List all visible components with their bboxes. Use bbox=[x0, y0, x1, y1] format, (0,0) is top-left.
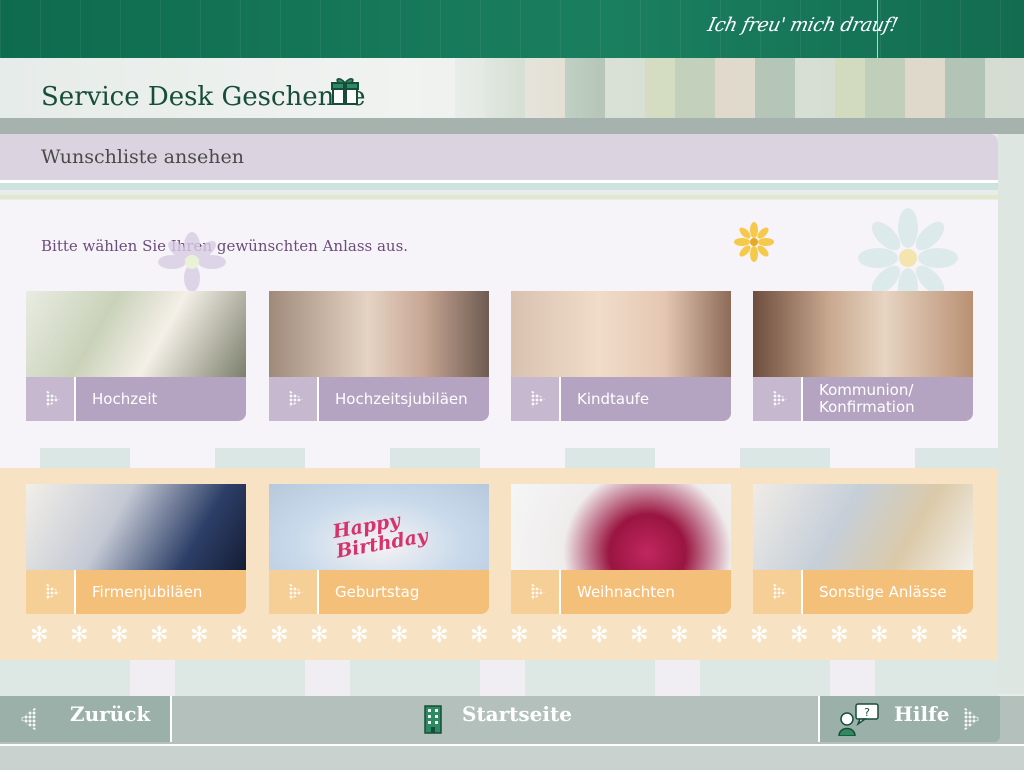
slogan: Ich freu' mich drauf! bbox=[705, 14, 900, 36]
occasion-card-kommunion-konfirmation[interactable]: Kommunion/ Konfirmation bbox=[753, 291, 973, 421]
occasion-card-kindtaufe[interactable]: Kindtaufe bbox=[511, 291, 731, 421]
occasion-button[interactable]: Hochzeit bbox=[26, 377, 246, 421]
star-icon: ✻ bbox=[350, 623, 369, 648]
header-divider bbox=[0, 118, 1024, 134]
elderly-couple-photo bbox=[269, 291, 489, 377]
star-icon: ✻ bbox=[870, 623, 889, 648]
star-icon: ✻ bbox=[790, 623, 809, 648]
footer-bar: Zurück Startseite ? Hilfe bbox=[0, 696, 1024, 744]
back-button[interactable]: Zurück bbox=[0, 696, 172, 742]
occasion-button[interactable]: Hochzeitsjubiläen bbox=[269, 377, 489, 421]
occasion-card-hochzeit[interactable]: Hochzeit bbox=[26, 291, 246, 421]
star-icon: ✻ bbox=[190, 623, 209, 648]
occasion-button[interactable]: Sonstige Anlässe bbox=[753, 570, 973, 614]
star-icon: ✻ bbox=[430, 623, 449, 648]
background-pattern bbox=[0, 660, 998, 696]
mother-baby-photo bbox=[511, 291, 731, 377]
right-edge-strip bbox=[998, 134, 1024, 694]
occasion-label: Hochzeitsjubiläen bbox=[335, 389, 468, 408]
occasion-button[interactable]: Geburtstag bbox=[269, 570, 489, 614]
back-arrow-icon bbox=[20, 707, 36, 731]
star-icon: ✻ bbox=[950, 623, 969, 648]
home-button[interactable]: Startseite bbox=[172, 696, 816, 742]
star-icon: ✻ bbox=[470, 623, 489, 648]
occasion-label: Kommunion/ Konfirmation bbox=[819, 377, 915, 421]
star-icon: ✻ bbox=[750, 623, 769, 648]
celebration-photo bbox=[753, 484, 973, 570]
star-icon: ✻ bbox=[70, 623, 89, 648]
occasion-card-sonstige-anlaesse[interactable]: Sonstige Anlässe bbox=[753, 484, 973, 614]
birthday-cake-photo: Happy Birthday bbox=[269, 484, 489, 570]
star-icon: ✻ bbox=[110, 623, 129, 648]
occasion-label: Sonstige Anlässe bbox=[819, 582, 947, 601]
building-icon bbox=[424, 705, 442, 734]
occasion-label-line2: Konfirmation bbox=[819, 398, 915, 416]
champagne-toast-photo bbox=[26, 484, 246, 570]
back-button-label: Zurück bbox=[70, 702, 151, 726]
header: Service Desk Geschenke bbox=[0, 58, 1024, 120]
arrow-icon bbox=[531, 390, 545, 408]
star-icon: ✻ bbox=[710, 623, 729, 648]
star-icon: ✻ bbox=[630, 623, 649, 648]
occasion-label: Weihnachten bbox=[577, 582, 675, 601]
occasion-label: Firmenjubiläen bbox=[92, 582, 203, 601]
star-icon: ✻ bbox=[390, 623, 409, 648]
occasion-card-hochzeitsjubilaeen[interactable]: Hochzeitsjubiläen bbox=[269, 291, 489, 421]
section-title: Wunschliste ansehen bbox=[41, 146, 244, 168]
star-icon: ✻ bbox=[310, 623, 329, 648]
occasion-button[interactable]: Weihnachten bbox=[511, 570, 731, 614]
cake-text: Happy Birthday bbox=[331, 509, 430, 563]
top-bar: Ich freu' mich drauf! bbox=[0, 0, 1024, 58]
svg-text:?: ? bbox=[864, 706, 870, 719]
star-icon: ✻ bbox=[590, 623, 609, 648]
occasion-button[interactable]: Kindtaufe bbox=[511, 377, 731, 421]
bottom-bar bbox=[0, 744, 1024, 770]
help-button-label: Hilfe bbox=[894, 702, 950, 726]
occasion-label-line1: Kommunion/ bbox=[819, 381, 914, 399]
arrow-icon bbox=[773, 390, 787, 408]
star-icon: ✻ bbox=[910, 623, 929, 648]
flower-decoration-icon bbox=[158, 232, 226, 292]
two-girls-photo bbox=[753, 291, 973, 377]
star-icon: ✻ bbox=[550, 623, 569, 648]
page-title: Service Desk Geschenke bbox=[41, 82, 366, 112]
star-icon: ✻ bbox=[150, 623, 169, 648]
star-icon: ✻ bbox=[670, 623, 689, 648]
arrow-icon bbox=[46, 390, 60, 408]
occasion-button[interactable]: Kommunion/ Konfirmation bbox=[753, 377, 973, 421]
star-icon: ✻ bbox=[30, 623, 49, 648]
occasion-label: Hochzeit bbox=[92, 389, 158, 408]
home-button-label: Startseite bbox=[462, 702, 572, 726]
occasion-label: Kindtaufe bbox=[577, 389, 650, 408]
gift-icon bbox=[331, 78, 359, 105]
decorative-line bbox=[0, 195, 998, 199]
arrow-icon bbox=[289, 390, 303, 408]
arrow-icon bbox=[531, 583, 545, 601]
help-button[interactable]: ? Hilfe bbox=[818, 696, 1000, 742]
occasion-button[interactable]: Firmenjubiläen bbox=[26, 570, 246, 614]
arrow-icon bbox=[289, 583, 303, 601]
arrow-icon bbox=[46, 583, 60, 601]
occasion-card-firmenjubilaeen[interactable]: Firmenjubiläen bbox=[26, 484, 246, 614]
christmas-ornament-photo bbox=[511, 484, 731, 570]
occasion-card-geburtstag[interactable]: Happy Birthday Geburtstag bbox=[269, 484, 489, 614]
occasion-label: Geburtstag bbox=[335, 582, 420, 601]
section-title-bar: Wunschliste ansehen bbox=[0, 134, 998, 183]
star-icon: ✻ bbox=[830, 623, 849, 648]
star-icon: ✻ bbox=[230, 623, 249, 648]
decorative-line bbox=[0, 183, 998, 190]
arrow-icon bbox=[773, 583, 787, 601]
help-person-icon: ? bbox=[838, 703, 879, 736]
flower-decoration-icon bbox=[734, 222, 774, 262]
help-arrow-icon bbox=[964, 707, 980, 731]
star-icon: ✻ bbox=[510, 623, 529, 648]
background-pattern bbox=[0, 448, 998, 468]
header-photo-banner bbox=[455, 58, 1024, 118]
star-decoration-row: ✻ ✻ ✻ ✻ ✻ ✻ ✻ ✻ ✻ ✻ ✻ ✻ ✻ ✻ ✻ ✻ ✻ ✻ ✻ ✻ … bbox=[0, 624, 998, 648]
wedding-photo bbox=[26, 291, 246, 377]
star-icon: ✻ bbox=[270, 623, 289, 648]
occasion-card-weihnachten[interactable]: Weihnachten bbox=[511, 484, 731, 614]
